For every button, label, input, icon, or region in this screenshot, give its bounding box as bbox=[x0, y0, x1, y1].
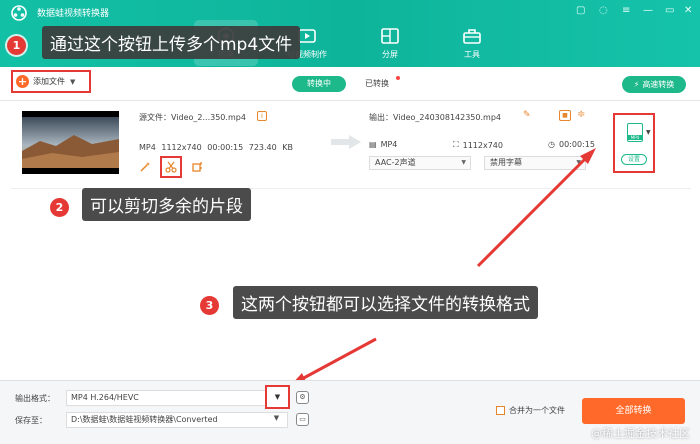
output-format-label: 输出格式： bbox=[15, 394, 55, 403]
callout-number-1: 1 bbox=[7, 36, 26, 55]
save-path-select[interactable]: D:\数据蛙\数据蛙视频转换器\Converted bbox=[66, 412, 288, 428]
merge-checkbox[interactable] bbox=[496, 406, 505, 415]
chevron-down-icon[interactable]: ▼ bbox=[270, 413, 283, 426]
bottom-panel: 输出格式： MP4 H.264/HEVC ▼ ⚙ 保存至： D:\数据蛙\数据蛙… bbox=[0, 380, 700, 444]
merge-label: 合并为一个文件 bbox=[509, 406, 565, 415]
annotation-arrows bbox=[290, 148, 596, 386]
callout-text-1: 通过这个按钮上传多个mp4文件 bbox=[42, 26, 301, 59]
watermark: @稀土掘金技术社区 bbox=[591, 427, 690, 440]
format-dropdown-button[interactable]: ▼ bbox=[265, 385, 290, 409]
callout-number-3: 3 bbox=[200, 296, 219, 315]
format-settings-icon[interactable]: ⚙ bbox=[296, 391, 309, 404]
arrow-to-format-dropdown bbox=[299, 337, 377, 382]
callout-number-2: 2 bbox=[50, 198, 69, 217]
save-to-label: 保存至： bbox=[15, 416, 47, 425]
output-format-select[interactable]: MP4 H.264/HEVC bbox=[66, 390, 288, 406]
folder-icon[interactable]: ▭ bbox=[296, 413, 309, 426]
convert-all-button[interactable]: 全部转换 bbox=[582, 398, 685, 424]
callout-text-2: 可以剪切多余的片段 bbox=[82, 188, 251, 221]
callout-text-3: 这两个按钮都可以选择文件的转换格式 bbox=[233, 286, 538, 319]
arrow-to-format-picker bbox=[476, 156, 588, 268]
merge-option[interactable]: 合并为一个文件 bbox=[496, 405, 565, 416]
